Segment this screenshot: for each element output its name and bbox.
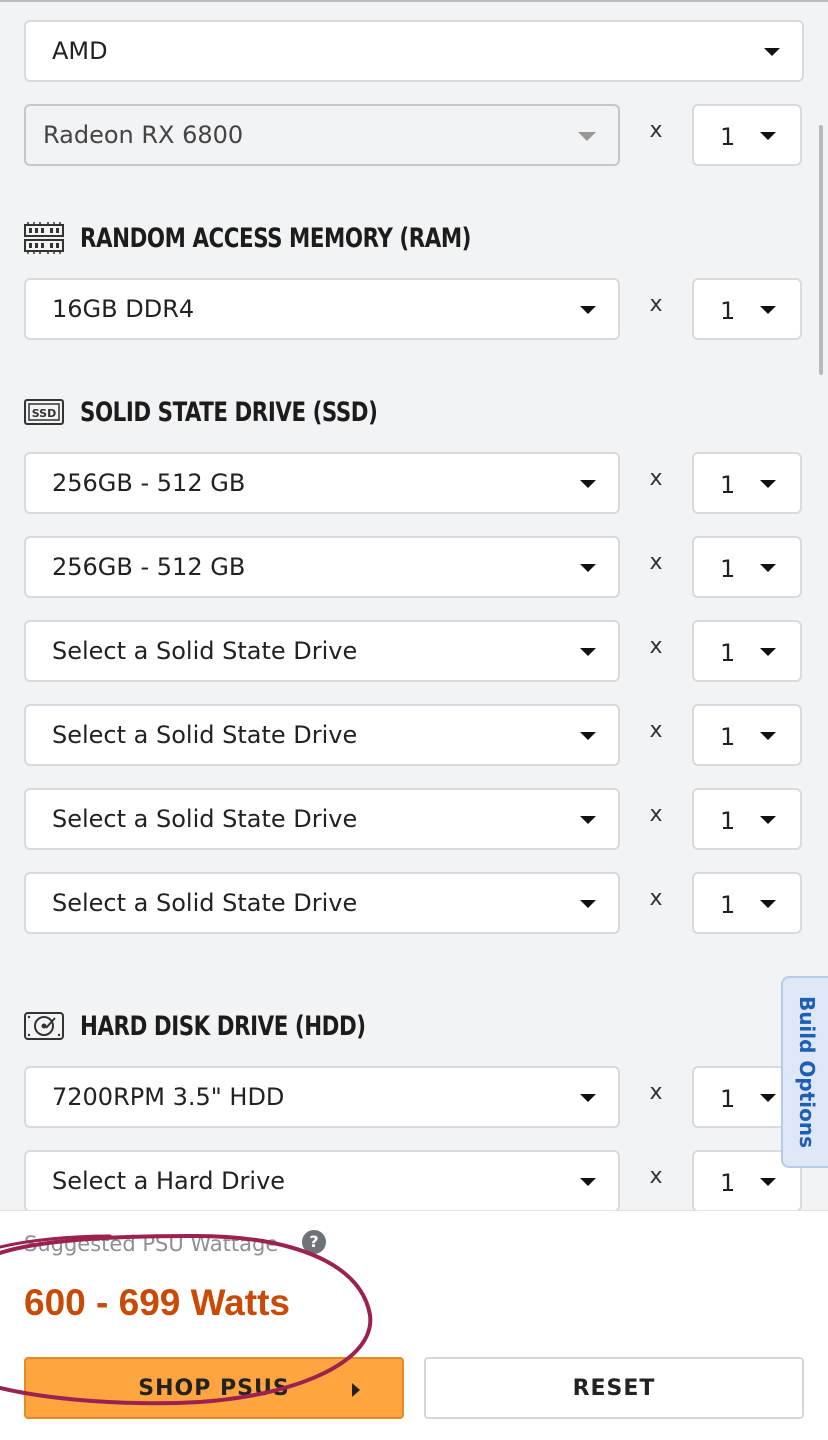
multiplier-label: x: [649, 1164, 663, 1189]
ram-value: 16GB DDR4: [52, 295, 195, 323]
ssd-select-1[interactable]: 256GB - 512 GB: [24, 452, 620, 514]
hdd-value: Select a Hard Drive: [52, 1167, 286, 1195]
ram-icon: [24, 222, 64, 254]
chevron-down-icon: [760, 564, 776, 572]
caret-right-icon: [352, 1383, 360, 1397]
chevron-down-icon: [580, 564, 596, 572]
ram-select[interactable]: 16GB DDR4: [24, 278, 620, 340]
chevron-down-icon: [760, 1094, 776, 1102]
hdd-value: 7200RPM 3.5" HDD: [52, 1083, 285, 1111]
ssd-qty-select-6[interactable]: 1: [692, 872, 802, 934]
multiplier-label: x: [649, 718, 663, 743]
ssd-value: 256GB - 512 GB: [52, 469, 246, 497]
multiplier-label: x: [649, 118, 663, 143]
qty-value: 1: [720, 639, 736, 667]
ssd-value: Select a Solid State Drive: [52, 889, 358, 917]
hdd-select-1[interactable]: 7200RPM 3.5" HDD: [24, 1066, 620, 1128]
multiplier-label: x: [649, 886, 663, 911]
top-divider: [0, 0, 828, 2]
ssd-select-5[interactable]: Select a Solid State Drive: [24, 788, 620, 850]
chevron-down-icon: [580, 732, 596, 740]
ssd-value: Select a Solid State Drive: [52, 805, 358, 833]
psu-wattage-value: 600 - 699 Watts: [24, 1282, 290, 1323]
gpu-model-select[interactable]: Radeon RX 6800: [24, 104, 620, 166]
qty-value: 1: [720, 123, 736, 151]
chevron-down-icon: [580, 1178, 596, 1186]
ssd-select-3[interactable]: Select a Solid State Drive: [24, 620, 620, 682]
chevron-down-icon: [578, 132, 596, 141]
hdd-section-header: HARD DISK DRIVE (HDD): [24, 1006, 405, 1046]
help-icon[interactable]: ?: [302, 1230, 326, 1254]
chevron-down-icon: [760, 816, 776, 824]
ssd-qty-select-2[interactable]: 1: [692, 536, 802, 598]
psu-wattage-label: Suggested PSU Wattage: [24, 1232, 279, 1256]
multiplier-label: x: [649, 634, 663, 659]
section-title: RANDOM ACCESS MEMORY (RAM): [80, 222, 471, 254]
gpu-brand-value: AMD: [52, 37, 108, 65]
hdd-icon: [24, 1012, 64, 1040]
ssd-select-2[interactable]: 256GB - 512 GB: [24, 536, 620, 598]
ssd-qty-select-3[interactable]: 1: [692, 620, 802, 682]
qty-value: 1: [720, 555, 736, 583]
qty-value: 1: [720, 1169, 736, 1197]
ssd-value: Select a Solid State Drive: [52, 721, 358, 749]
chevron-down-icon: [580, 1094, 596, 1102]
build-options-tab[interactable]: Build Options: [781, 976, 828, 1168]
ssd-select-6[interactable]: Select a Solid State Drive: [24, 872, 620, 934]
chevron-down-icon: [760, 306, 776, 314]
hdd-select-2[interactable]: Select a Hard Drive: [24, 1150, 620, 1212]
ssd-icon: SSD: [24, 399, 64, 425]
chevron-down-icon: [760, 732, 776, 740]
ssd-qty-select-4[interactable]: 1: [692, 704, 802, 766]
gpu-model-value: Radeon RX 6800: [43, 121, 244, 149]
ssd-value: Select a Solid State Drive: [52, 637, 358, 665]
qty-value: 1: [720, 297, 736, 325]
reset-button[interactable]: RESET: [424, 1357, 804, 1419]
multiplier-label: x: [649, 802, 663, 827]
qty-value: 1: [720, 891, 736, 919]
chevron-down-icon: [580, 900, 596, 908]
multiplier-label: x: [649, 550, 663, 575]
shop-psus-label: SHOP PSUS: [138, 1376, 290, 1401]
qty-value: 1: [720, 807, 736, 835]
section-title: SOLID STATE DRIVE (SSD): [80, 396, 378, 428]
ssd-section-header: SSD SOLID STATE DRIVE (SSD): [24, 392, 418, 432]
chevron-down-icon: [580, 480, 596, 488]
qty-value: 1: [720, 1085, 736, 1113]
gpu-qty-select[interactable]: 1: [692, 104, 802, 166]
ssd-value: 256GB - 512 GB: [52, 553, 246, 581]
gpu-brand-select[interactable]: AMD: [24, 20, 804, 82]
chevron-down-icon: [580, 816, 596, 824]
chevron-down-icon: [580, 648, 596, 656]
multiplier-label: x: [649, 292, 663, 317]
chevron-down-icon: [760, 1178, 776, 1186]
svg-text:SSD: SSD: [32, 407, 56, 420]
chevron-down-icon: [760, 480, 776, 488]
multiplier-label: x: [649, 1080, 663, 1105]
ssd-select-4[interactable]: Select a Solid State Drive: [24, 704, 620, 766]
chevron-down-icon: [764, 48, 780, 56]
chevron-down-icon: [760, 900, 776, 908]
reset-label: RESET: [572, 1376, 656, 1401]
ram-section-header: RANDOM ACCESS MEMORY (RAM): [24, 218, 524, 258]
build-options-label: Build Options: [795, 995, 819, 1149]
scrollbar[interactable]: [819, 125, 823, 375]
ssd-qty-select-5[interactable]: 1: [692, 788, 802, 850]
shop-psus-button[interactable]: SHOP PSUS: [24, 1357, 404, 1419]
ram-qty-select[interactable]: 1: [692, 278, 802, 340]
chevron-down-icon: [760, 648, 776, 656]
chevron-down-icon: [760, 132, 776, 140]
ssd-qty-select-1[interactable]: 1: [692, 452, 802, 514]
chevron-down-icon: [580, 306, 596, 314]
qty-value: 1: [720, 723, 736, 751]
qty-value: 1: [720, 471, 736, 499]
multiplier-label: x: [649, 466, 663, 491]
section-title: HARD DISK DRIVE (HDD): [80, 1010, 366, 1042]
